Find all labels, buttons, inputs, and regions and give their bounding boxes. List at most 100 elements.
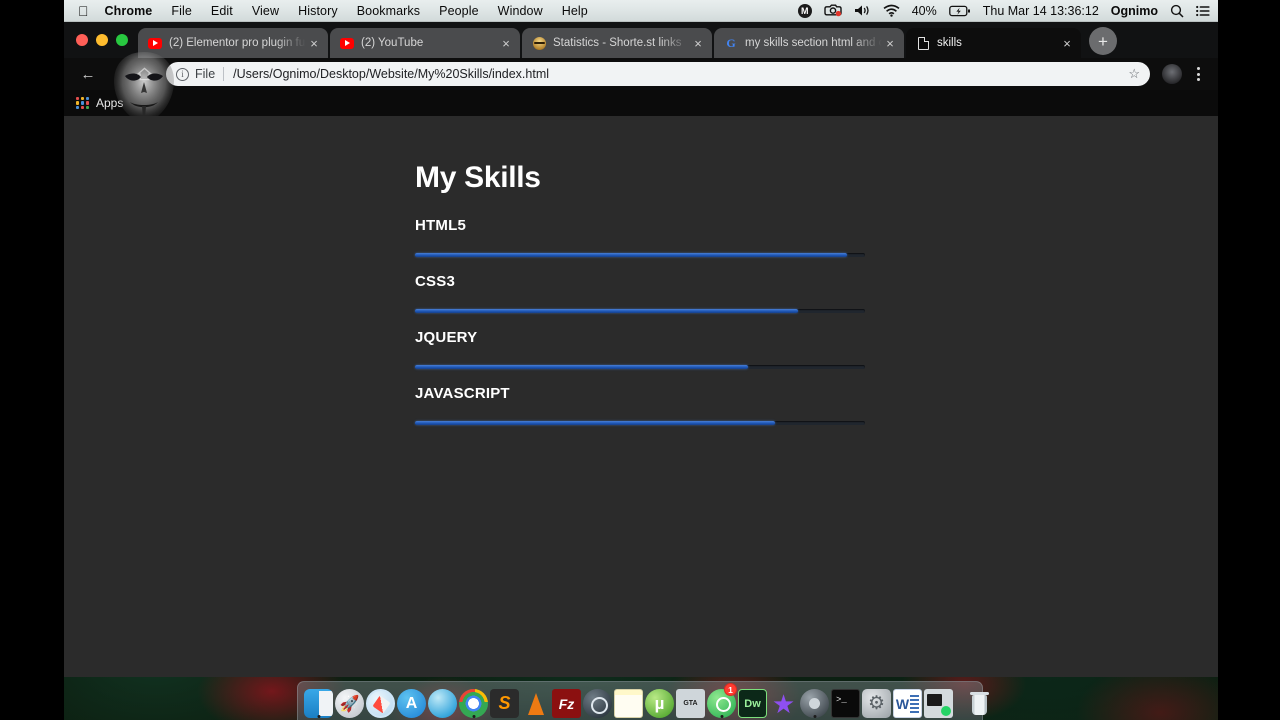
disc-utility-icon bbox=[800, 689, 829, 718]
dock-item-safari[interactable] bbox=[366, 684, 395, 718]
menu-item-help[interactable]: Help bbox=[562, 4, 588, 18]
apple-menu-icon[interactable]:  bbox=[78, 4, 89, 18]
battery-percent-label: 40% bbox=[911, 3, 937, 18]
window-minimize-button[interactable] bbox=[96, 34, 108, 46]
dock-item-filezilla[interactable] bbox=[552, 684, 581, 718]
tab-close-icon[interactable]: × bbox=[1059, 35, 1075, 51]
dock-item-whatsapp[interactable]: 1 bbox=[707, 683, 737, 718]
tab-close-icon[interactable]: × bbox=[498, 35, 514, 51]
finder-icon bbox=[304, 689, 333, 718]
current-user-label[interactable]: Ognimo bbox=[1111, 4, 1158, 18]
volume-icon[interactable] bbox=[854, 4, 871, 17]
dock-item-vlc[interactable] bbox=[521, 684, 550, 718]
tab-title: my skills section html and cs bbox=[745, 37, 882, 49]
screen-recorder-icon[interactable] bbox=[824, 4, 842, 17]
browser-tab-my-skills-search[interactable]: G my skills section html and cs × bbox=[714, 28, 904, 58]
tab-title: Statistics - Shorte.st links bbox=[553, 37, 682, 49]
omnibox-divider bbox=[223, 67, 225, 81]
dock-item-screen-sharing[interactable] bbox=[924, 684, 953, 718]
system-preferences-icon bbox=[862, 689, 891, 718]
bookmark-apps-label[interactable]: Apps bbox=[96, 96, 123, 110]
skill-label: JQUERY bbox=[415, 329, 478, 346]
menu-item-view[interactable]: View bbox=[252, 4, 279, 18]
menu-item-edit[interactable]: Edit bbox=[211, 4, 233, 18]
skill-progress-track bbox=[415, 421, 865, 425]
browser-tab-statistics[interactable]: Statistics - Shorte.st links × bbox=[522, 28, 712, 58]
letterbox-right bbox=[1218, 0, 1280, 720]
skill-progress-fill bbox=[415, 309, 798, 313]
vlc-icon bbox=[521, 689, 550, 718]
menu-item-bookmarks[interactable]: Bookmarks bbox=[357, 4, 420, 18]
clock-datetime[interactable]: Thu Mar 14 13:36:12 bbox=[983, 4, 1099, 18]
browser-toolbar: ← i File /Users/Ognimo/Desktop/Website/M… bbox=[64, 58, 1218, 90]
battery-charging-icon[interactable] bbox=[948, 5, 971, 17]
chrome-menu-icon[interactable] bbox=[1188, 62, 1208, 86]
dock-item-gta-share-apps[interactable] bbox=[676, 684, 705, 718]
back-icon[interactable]: ← bbox=[74, 60, 102, 88]
dock-running-indicator bbox=[317, 715, 320, 718]
menu-item-people[interactable]: People bbox=[439, 4, 479, 18]
profile-avatar[interactable] bbox=[1162, 64, 1182, 84]
dock-item-system-preferences[interactable] bbox=[862, 684, 891, 718]
browser-tab-skills-active[interactable]: skills × bbox=[906, 28, 1081, 58]
imovie-icon bbox=[769, 689, 798, 718]
quicktime-icon bbox=[583, 689, 612, 718]
browser-tab-youtube[interactable]: (2) YouTube × bbox=[330, 28, 520, 58]
dock-item-microsoft-word[interactable] bbox=[893, 684, 922, 718]
url-text[interactable]: /Users/Ognimo/Desktop/Website/My%20Skill… bbox=[233, 67, 549, 81]
page-title: My Skills bbox=[415, 161, 541, 194]
dock-item-trash[interactable] bbox=[965, 684, 994, 718]
dock-item-notes[interactable] bbox=[614, 684, 643, 718]
skill-item-jquery: JQUERY bbox=[415, 329, 865, 369]
youtube-icon bbox=[148, 36, 162, 50]
browser-tab-elementor[interactable]: (2) Elementor pro plugin full i × bbox=[138, 28, 328, 58]
dock-running-indicator bbox=[720, 715, 723, 718]
dock-item-sublime-text[interactable] bbox=[490, 684, 519, 718]
menu-item-file[interactable]: File bbox=[171, 4, 192, 18]
dock-item-dreamweaver[interactable] bbox=[738, 684, 767, 718]
document-icon bbox=[916, 36, 930, 50]
url-scheme-label: File bbox=[195, 67, 216, 81]
skill-progress-fill bbox=[415, 421, 775, 425]
skill-item-html5: HTML5 bbox=[415, 217, 865, 257]
dock-item-utorrent[interactable] bbox=[645, 684, 674, 718]
tab-title: skills bbox=[937, 37, 962, 49]
menu-item-history[interactable]: History bbox=[298, 4, 338, 18]
dock-item-terminal[interactable] bbox=[831, 684, 860, 718]
terminal-icon bbox=[831, 689, 860, 718]
dock-item-blue-orb-app[interactable] bbox=[428, 684, 457, 718]
menu-item-window[interactable]: Window bbox=[498, 4, 543, 18]
tab-close-icon[interactable]: × bbox=[690, 35, 706, 51]
dock-badge: 1 bbox=[724, 683, 737, 696]
dock-item-quicktime[interactable] bbox=[583, 684, 612, 718]
wifi-icon[interactable] bbox=[883, 4, 900, 17]
address-bar[interactable]: i File /Users/Ognimo/Desktop/Website/My%… bbox=[166, 62, 1150, 86]
new-tab-button[interactable]: + bbox=[1089, 27, 1117, 55]
gta-share-apps-icon bbox=[676, 689, 705, 718]
dock-item-launchpad[interactable] bbox=[335, 684, 364, 718]
dock-item-disc-utility[interactable] bbox=[800, 684, 829, 718]
bookmarks-bar: Apps bbox=[64, 90, 1218, 116]
spotlight-search-icon[interactable] bbox=[1170, 4, 1184, 18]
page-info-icon[interactable]: i bbox=[176, 67, 189, 81]
dock-item-finder[interactable] bbox=[304, 684, 333, 718]
window-close-button[interactable] bbox=[76, 34, 88, 46]
dock-item-google-chrome[interactable] bbox=[459, 684, 488, 718]
youtube-icon bbox=[340, 36, 354, 50]
dock-running-indicator bbox=[472, 715, 475, 718]
monosnap-icon[interactable]: M bbox=[797, 3, 812, 18]
window-maximize-button[interactable] bbox=[116, 34, 128, 46]
tab-close-icon[interactable]: × bbox=[306, 35, 322, 51]
window-traffic-lights bbox=[72, 22, 138, 58]
apps-grid-icon[interactable] bbox=[76, 96, 89, 110]
tab-close-icon[interactable]: × bbox=[882, 35, 898, 51]
skills-section: My Skills HTML5 CSS3 JQUERY JAVASCRIPT bbox=[415, 161, 865, 441]
home-icon[interactable] bbox=[130, 60, 158, 88]
safari-icon bbox=[366, 689, 395, 718]
desktop-screen:  Chrome File Edit View History Bookmark… bbox=[0, 0, 1280, 720]
dock-item-app-store[interactable] bbox=[397, 684, 426, 718]
dock-item-imovie[interactable] bbox=[769, 684, 798, 718]
menu-item-chrome[interactable]: Chrome bbox=[105, 4, 153, 18]
notification-center-icon[interactable] bbox=[1196, 5, 1210, 17]
bookmark-star-icon[interactable]: ☆ bbox=[1120, 66, 1140, 82]
